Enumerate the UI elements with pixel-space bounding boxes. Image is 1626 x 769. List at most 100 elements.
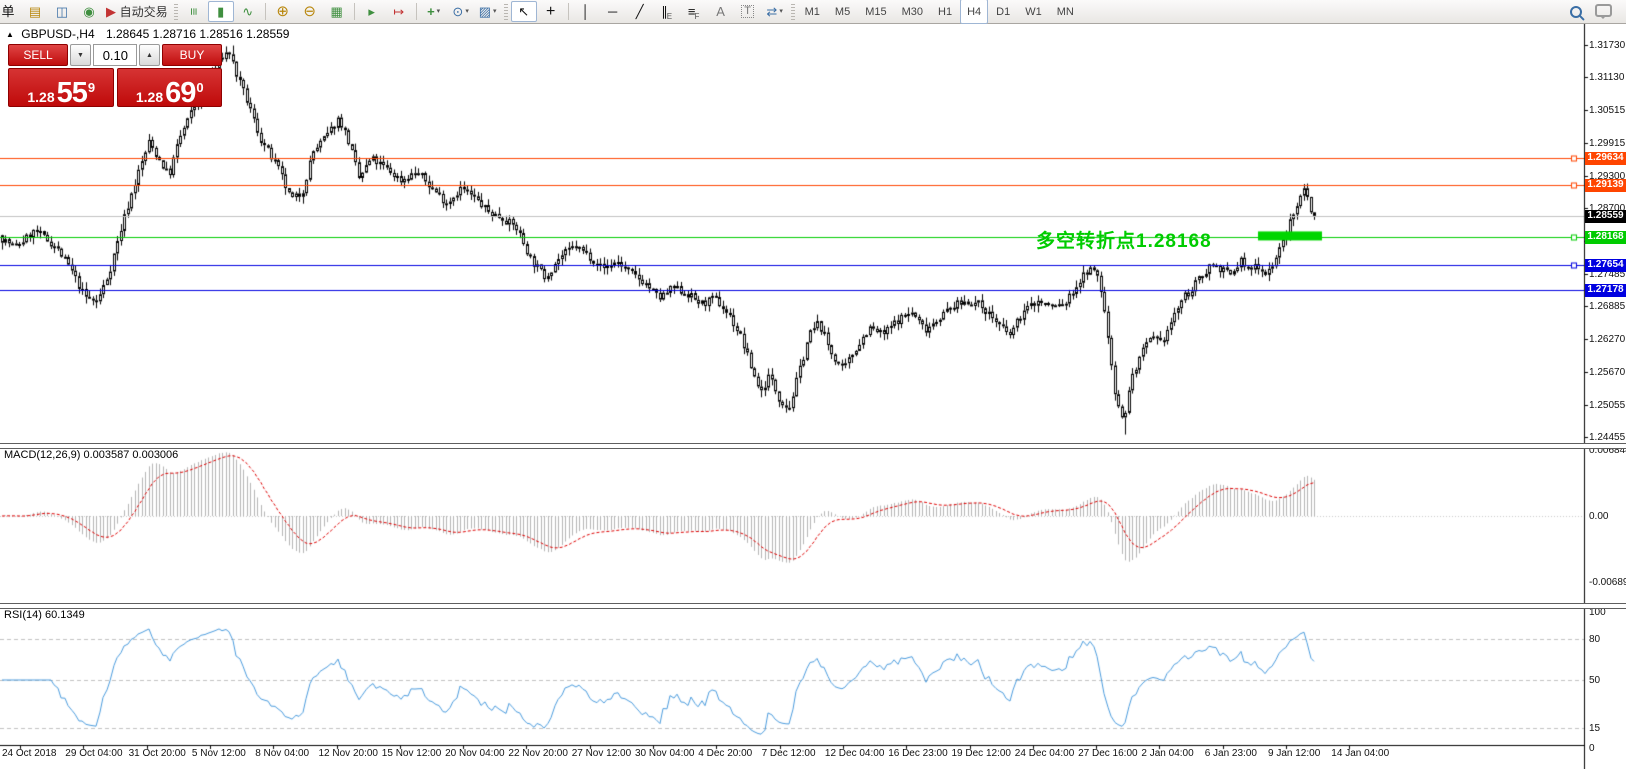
time-tick-label: 27 Dec 16:00 xyxy=(1078,748,1138,759)
volume-input[interactable]: 0.10 xyxy=(93,44,137,66)
hline-price-label[interactable]: 1.27654 xyxy=(1585,259,1626,272)
symbol-period-label: GBPUSD-,H4 xyxy=(21,27,94,41)
dropdown-arrow-icon: ▾ xyxy=(437,8,441,15)
rsi-tick-label: 80 xyxy=(1589,634,1600,645)
zoom-in-icon[interactable]: ⊕ xyxy=(270,1,296,22)
timeframe-h1[interactable]: H1 xyxy=(931,0,959,24)
panel-separator[interactable] xyxy=(0,603,1626,609)
autotrade-label: 自动交易 xyxy=(120,6,168,18)
buy-price-pip: 0 xyxy=(196,80,203,95)
channel-icon[interactable]: ∥E xyxy=(654,1,680,22)
price-tick-label: 1.31730 xyxy=(1589,40,1625,51)
time-tick-label: 31 Oct 20:00 xyxy=(129,748,186,759)
timeframe-h4[interactable]: H4 xyxy=(960,0,988,24)
price-tick-label: 1.25670 xyxy=(1589,367,1625,378)
hline-price-label[interactable]: 1.28168 xyxy=(1585,231,1626,244)
search-icon[interactable] xyxy=(1570,6,1582,18)
fibonacci-icon[interactable]: ≡F xyxy=(681,1,707,22)
zoom-out-icon[interactable]: ⊖ xyxy=(297,1,323,22)
volume-increase-button[interactable]: ▲ xyxy=(139,44,160,66)
timeframe-m1[interactable]: M1 xyxy=(798,0,827,24)
timeframe-m30[interactable]: M30 xyxy=(895,0,930,24)
time-tick-label: 14 Jan 04:00 xyxy=(1331,748,1389,759)
time-tick-label: 15 Nov 12:00 xyxy=(382,748,442,759)
dropdown-arrow-icon: ▾ xyxy=(779,8,783,15)
time-tick-label: 22 Nov 20:00 xyxy=(508,748,568,759)
new-order-button[interactable]: 单 xyxy=(0,1,21,22)
trendline-icon[interactable]: ╱ xyxy=(627,1,653,22)
timeframe-m5[interactable]: M5 xyxy=(828,0,857,24)
price-tick-label: 1.29915 xyxy=(1589,138,1625,149)
time-tick-label: 12 Nov 20:00 xyxy=(319,748,379,759)
macd-tick-label: -0.006894 xyxy=(1589,577,1626,588)
toolbar-separator xyxy=(568,3,569,20)
rsi-label: RSI(14) 60.1349 xyxy=(4,609,85,621)
time-tick-label: 24 Dec 04:00 xyxy=(1015,748,1075,759)
price-tick-label: 1.25055 xyxy=(1589,400,1625,411)
sell-price-big: 55 xyxy=(57,77,87,110)
shapes-button[interactable]: ⇄▾ xyxy=(762,1,788,22)
time-tick-label: 4 Dec 20:00 xyxy=(698,748,752,759)
chart-window: ▲ GBPUSD-,H4 1.28645 1.28716 1.28516 1.2… xyxy=(0,23,1626,769)
time-tick-label: 19 Dec 12:00 xyxy=(952,748,1012,759)
chart-title: ▲ GBPUSD-,H4 1.28645 1.28716 1.28516 1.2… xyxy=(6,27,289,41)
sell-price-button[interactable]: 1.28 55 9 xyxy=(8,68,114,107)
toolbar-separator xyxy=(265,3,266,20)
time-tick-label: 8 Nov 04:00 xyxy=(255,748,309,759)
chart-shift-icon[interactable]: ↦ xyxy=(386,1,412,22)
terminal-icon[interactable]: ▤ xyxy=(22,1,48,22)
rsi-tick-label: 15 xyxy=(1589,723,1600,734)
toolbar-grip xyxy=(504,4,508,20)
sell-button[interactable]: SELL xyxy=(8,44,68,66)
candlestick-chart-icon[interactable]: ▮ xyxy=(208,1,234,22)
buy-button[interactable]: BUY xyxy=(162,44,222,66)
timeframe-w1[interactable]: W1 xyxy=(1018,0,1049,24)
line-chart-icon[interactable]: ∿ xyxy=(235,1,261,22)
indicators-button[interactable]: +▾ xyxy=(421,1,447,22)
templates-button[interactable]: ▨▾ xyxy=(475,1,501,22)
hline-price-label[interactable]: 1.27178 xyxy=(1585,284,1626,297)
time-tick-label: 2 Jan 04:00 xyxy=(1141,748,1193,759)
text-icon[interactable]: A xyxy=(708,1,734,22)
tile-windows-icon[interactable]: ▦ xyxy=(324,1,350,22)
cursor-icon[interactable]: ↖ xyxy=(511,1,537,22)
timeframe-m15[interactable]: M15 xyxy=(858,0,893,24)
panel-separator[interactable] xyxy=(0,443,1626,449)
autotrade-button[interactable]: ▶ 自动交易 xyxy=(103,1,171,22)
vertical-line-icon[interactable]: │ xyxy=(573,1,599,22)
time-tick-label: 30 Nov 04:00 xyxy=(635,748,695,759)
macd-tick-label: 0.00 xyxy=(1589,511,1608,522)
hline-price-label[interactable]: 1.29634 xyxy=(1585,152,1626,165)
bar-chart-icon[interactable]: ≡ xyxy=(181,1,207,22)
collapse-panel-icon[interactable]: ▲ xyxy=(6,30,14,39)
time-tick-label: 29 Oct 04:00 xyxy=(65,748,122,759)
periods-button[interactable]: ⊙▾ xyxy=(448,1,474,22)
auto-scroll-icon[interactable]: ▸ xyxy=(359,1,385,22)
sell-price-pip: 9 xyxy=(88,80,95,95)
timeframe-d1[interactable]: D1 xyxy=(989,0,1017,24)
text-label-icon[interactable]: T xyxy=(735,1,761,22)
buy-price-int: 1.28 xyxy=(136,89,163,105)
time-tick-label: 9 Jan 12:00 xyxy=(1268,748,1320,759)
time-tick-label: 24 Oct 2018 xyxy=(2,748,56,759)
crosshair-icon[interactable]: + xyxy=(538,1,564,22)
signals-icon[interactable]: ◉ xyxy=(76,1,102,22)
chat-icon[interactable] xyxy=(1595,4,1612,17)
hline-price-label[interactable]: 1.29139 xyxy=(1585,179,1626,192)
main-chart-canvas[interactable] xyxy=(0,23,1626,769)
time-tick-label: 27 Nov 12:00 xyxy=(572,748,632,759)
timeframe-mn[interactable]: MN xyxy=(1050,0,1081,24)
horizontal-line-icon[interactable]: ─ xyxy=(600,1,626,22)
annotation-text: 多空转折点1.28168 xyxy=(1036,226,1212,253)
macd-label: MACD(12,26,9) 0.003587 0.003006 xyxy=(4,449,178,461)
time-tick-label: 12 Dec 04:00 xyxy=(825,748,885,759)
buy-price-button[interactable]: 1.28 69 0 xyxy=(117,68,223,107)
toolbar-grip xyxy=(174,4,178,20)
price-tick-label: 1.24455 xyxy=(1589,432,1625,443)
current-price-label: 1.28559 xyxy=(1585,210,1626,223)
volume-decrease-button[interactable]: ▼ xyxy=(70,44,91,66)
one-click-trade-panel: SELL ▼ 0.10 ▲ BUY 1.28 55 9 1.28 69 0 xyxy=(8,44,222,107)
navigator-icon[interactable]: ◫ xyxy=(49,1,75,22)
toolbar-separator xyxy=(354,3,355,20)
time-tick-label: 5 Nov 12:00 xyxy=(192,748,246,759)
